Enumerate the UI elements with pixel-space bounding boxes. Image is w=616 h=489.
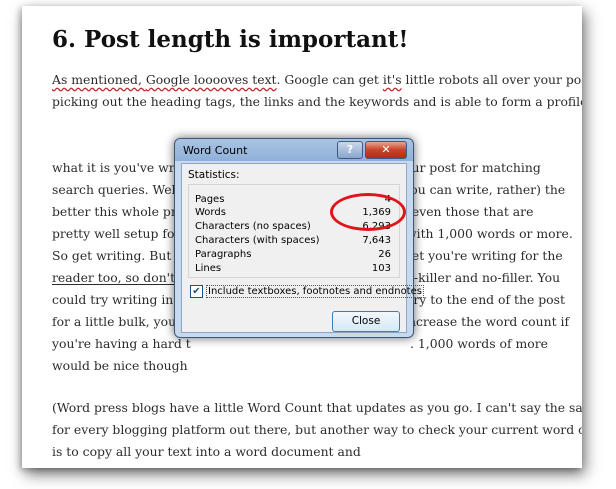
stat-row-characters-with-spaces: Characters (with spaces) 7,643 — [195, 235, 391, 248]
stat-label: Lines — [195, 263, 222, 274]
article-line-right: e you can write, rather) the — [392, 182, 566, 197]
dialog-titlebar[interactable]: Word Count ? ✕ — [175, 139, 413, 161]
stat-value: 7,643 — [362, 235, 391, 246]
annotation-circle — [330, 193, 406, 231]
stat-label: Words — [195, 207, 226, 218]
spellcheck-text: it's — [382, 72, 402, 87]
article-line-left: better this whole pro — [52, 204, 185, 219]
article-line-right: ll-killer and no-filler. You — [406, 270, 561, 285]
include-textboxes-checkbox[interactable]: ✔ — [190, 285, 203, 298]
stat-row-paragraphs: Paragraphs 26 — [195, 249, 391, 262]
text-run: little robots all over your post, — [401, 72, 583, 87]
article-line-right: our post for matching — [404, 160, 541, 175]
text-run: . Google can get — [276, 72, 383, 87]
article-line-left: pretty well setup for S — [52, 226, 193, 241]
statistics-label: Statistics: — [188, 169, 240, 181]
article-line-left: So get writing. But as — [52, 248, 190, 263]
dialog-title: Word Count — [183, 144, 248, 157]
stat-row-lines: Lines 103 — [195, 263, 391, 276]
word-count-dialog: Word Count ? ✕ Statistics: Pages 4 Words… — [174, 138, 424, 338]
help-button[interactable]: ? — [337, 141, 363, 159]
article-line-left: search queries. Well, — [52, 182, 184, 197]
article-line: is to copy all your text into a word doc… — [52, 444, 361, 459]
stat-value: 103 — [371, 263, 391, 274]
article-line-right: ary to the end of the post — [406, 292, 565, 307]
stat-label: Characters (with spaces) — [195, 235, 320, 246]
article-line-left: would be nice though — [52, 358, 188, 373]
article-line-right: , even those that are — [404, 204, 534, 219]
article-line-right: with 1,000 words or more. — [406, 226, 573, 241]
stat-value: 26 — [378, 249, 391, 260]
close-button[interactable]: Close — [332, 311, 400, 332]
article-line-right: increase the word count if — [404, 314, 570, 329]
article-line: (Word press blogs have a little Word Cou… — [52, 400, 582, 415]
stat-label: Paragraphs — [195, 249, 252, 260]
article-line-left: you're having a hard t — [52, 336, 191, 351]
stat-label: Pages — [195, 194, 225, 205]
article-line-left: what it is you've writ — [52, 160, 184, 175]
spellcheck-text: Google looooves text — [145, 72, 277, 87]
dialog-client-area: Statistics: Pages 4 Words 1,369 Characte… — [181, 163, 424, 333]
article-line: for every blogging platform out there, b… — [52, 422, 582, 437]
include-textboxes-label[interactable]: Include textboxes, footnotes and endnote… — [206, 285, 424, 298]
stat-label: Characters (no spaces) — [195, 221, 311, 232]
article-line-left: reader too, so don't ju — [52, 270, 191, 285]
article-line: As mentioned, Google looooves text. Goog… — [52, 72, 582, 87]
article-line-left: for a little bulk, you c — [52, 314, 187, 329]
spellcheck-text: As mentioned, — [52, 72, 146, 87]
article-line-right: . 1,000 words of more — [410, 336, 548, 351]
article-line-right: get you're writing for the — [404, 248, 563, 263]
close-icon[interactable]: ✕ — [365, 141, 407, 159]
article-heading: 6. Post length is important! — [52, 26, 409, 53]
article-line-left: could try writing in a — [52, 292, 185, 307]
article-line: picking out the heading tags, the links … — [52, 94, 582, 109]
